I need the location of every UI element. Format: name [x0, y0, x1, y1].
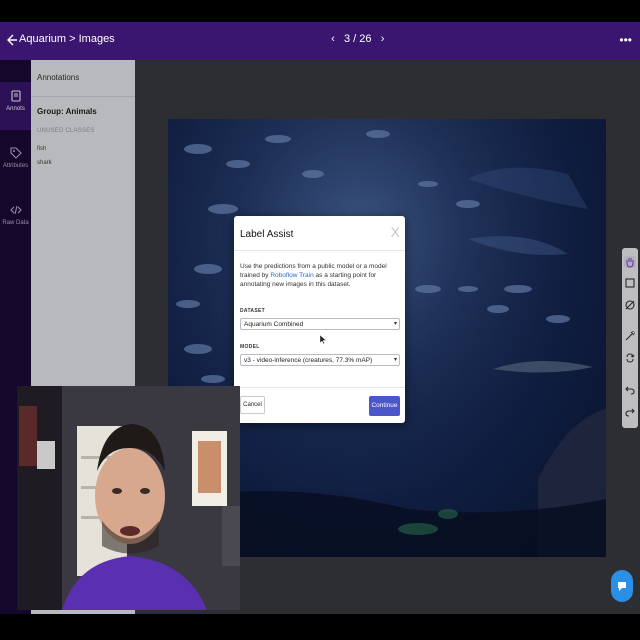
chevron-down-icon: ▾: [393, 321, 397, 327]
chat-button[interactable]: [611, 570, 633, 602]
more-dots-icon[interactable]: •••: [619, 33, 632, 47]
dataset-value: Aquarium Combined: [244, 321, 304, 328]
divider: [234, 250, 405, 251]
dataset-label: DATASET: [240, 308, 265, 314]
header-bar: Aquarium > Images ‹ 3 / 26 › •••: [0, 22, 640, 60]
dialog-description: Use the predictions from a public model …: [240, 262, 400, 289]
dataset-select[interactable]: Aquarium Combined ▾: [240, 318, 400, 330]
close-icon[interactable]: X: [391, 224, 400, 240]
chevron-left-icon[interactable]: ‹: [326, 33, 340, 45]
chat-bubble-icon: [618, 582, 626, 591]
mouse-cursor-icon: [320, 335, 326, 344]
app-frame: Aquarium > Images ‹ 3 / 26 › ••• Annots …: [0, 0, 640, 640]
arrow-left-icon[interactable]: [4, 33, 18, 47]
webcam-overlay: [17, 386, 240, 610]
label-assist-dialog: Label Assist X Use the predictions from …: [234, 216, 405, 423]
chevron-down-icon: ▾: [393, 357, 397, 363]
chevron-right-icon[interactable]: ›: [376, 33, 390, 45]
roboflow-train-link[interactable]: Roboflow Train: [270, 272, 313, 279]
image-pager: ‹ 3 / 26 ›: [326, 33, 390, 45]
breadcrumb[interactable]: Aquarium > Images: [19, 33, 115, 45]
model-value: v3 - video-inference (creatures, 77.3% m…: [244, 357, 373, 364]
model-select[interactable]: v3 - video-inference (creatures, 77.3% m…: [240, 354, 400, 366]
pager-count: 3 / 26: [344, 33, 372, 45]
divider: [234, 387, 405, 388]
continue-button[interactable]: Continue: [369, 396, 400, 416]
dialog-title: Label Assist: [240, 229, 294, 240]
cancel-button[interactable]: Cancel: [240, 396, 265, 414]
model-label: MODEL: [240, 344, 260, 350]
presenter-video: [17, 386, 240, 610]
